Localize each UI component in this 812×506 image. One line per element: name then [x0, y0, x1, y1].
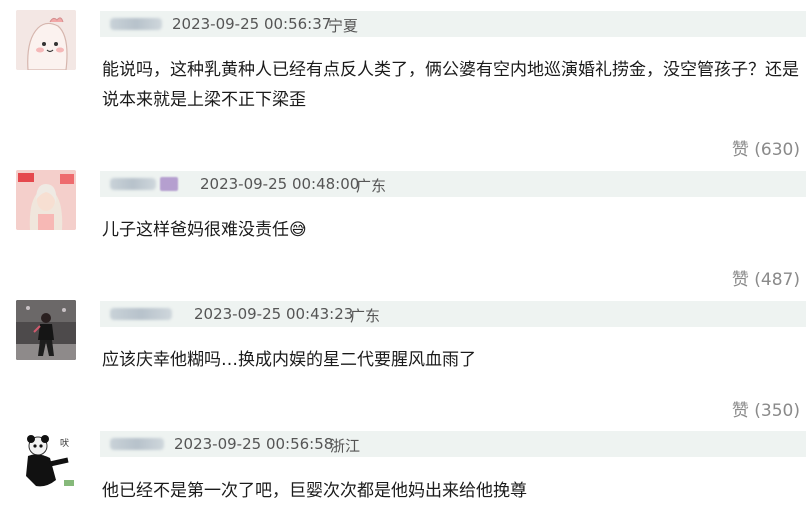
girl-photo-avatar-icon [16, 170, 76, 230]
cartoon-avatar-icon [16, 10, 76, 70]
avatar[interactable] [16, 170, 76, 230]
comment-text: 能说吗，这种乳黄种人已经有点反人类了，俩公婆有空内地巡演婚礼捞金，没空管孩子？还… [102, 60, 799, 110]
user-badge-icon [160, 177, 178, 191]
svg-text:吠: 吠 [60, 438, 69, 449]
comment-meta: 2023-09-25 00:56:37 宁夏 [100, 11, 806, 37]
comment-timestamp: 2023-09-25 00:56:37 [172, 15, 332, 33]
avatar[interactable] [16, 300, 76, 360]
like-button[interactable]: 赞 (350) [732, 396, 800, 421]
comment-location: 浙江 [330, 437, 361, 455]
comment-timestamp: 2023-09-25 00:43:23 [194, 305, 354, 323]
like-button[interactable]: 赞 (630) [732, 135, 800, 160]
username-redacted[interactable] [110, 308, 172, 320]
avatar[interactable] [16, 10, 76, 70]
avatar[interactable]: 吠 [16, 430, 76, 490]
like-button[interactable]: 赞 (487) [732, 265, 800, 290]
comment-text-content: 儿子这样爸妈很难没责任 [102, 220, 289, 240]
panda-meme-avatar-icon: 吠 [16, 430, 76, 490]
comment-text: 儿子这样爸妈很难没责任😅 [102, 215, 802, 245]
comment-location: 广东 [350, 307, 381, 325]
comment-meta: 2023-09-25 00:48:00 广东 [100, 171, 806, 197]
comment-meta: 2023-09-25 00:43:23 广东 [100, 301, 806, 327]
comment-location: 广东 [356, 177, 387, 195]
comment-meta: 2023-09-25 00:56:58 浙江 [100, 431, 806, 457]
sweat-smile-emoji-icon: 😅 [289, 220, 307, 240]
person-photo-avatar-icon [16, 300, 76, 360]
comment-timestamp: 2023-09-25 00:56:58 [174, 435, 334, 453]
username-redacted[interactable] [110, 18, 162, 30]
comment-location: 宁夏 [328, 17, 359, 35]
comment-timestamp: 2023-09-25 00:48:00 [200, 175, 360, 193]
username-redacted[interactable] [110, 178, 156, 190]
username-redacted[interactable] [110, 438, 164, 450]
comment-text: 应该庆幸他糊吗…换成内娱的星二代要腥风血雨了 [102, 350, 476, 370]
